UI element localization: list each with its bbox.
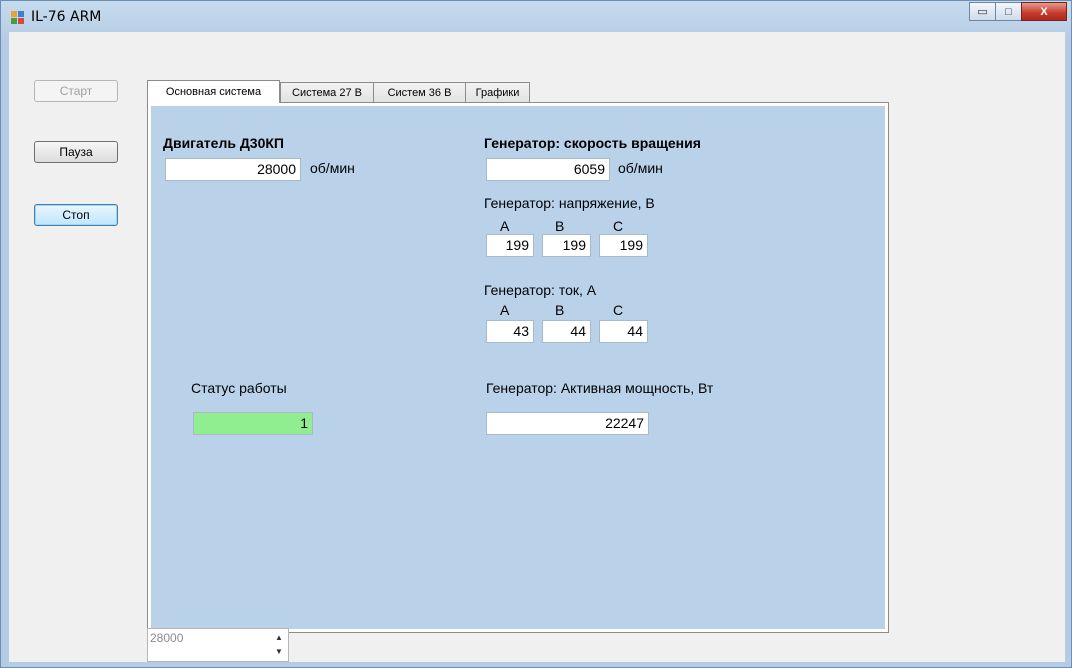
pause-button[interactable]: Пауза: [34, 141, 118, 163]
start-button[interactable]: Старт: [34, 80, 118, 102]
spin-up-icon[interactable]: ▲: [272, 631, 286, 645]
power-field: 22247: [486, 412, 649, 435]
app-icon: [11, 11, 25, 25]
gen-speed-field: 6059: [486, 158, 610, 181]
stop-button[interactable]: Стоп: [34, 204, 118, 226]
current-phase-b: B: [555, 302, 565, 318]
close-button[interactable]: X: [1021, 2, 1067, 21]
spin-buttons: ▲ ▼: [272, 631, 286, 659]
maximize-icon: □: [1005, 5, 1012, 18]
window-title: IL-76 ARM: [31, 9, 102, 25]
voltage-title: Генератор: напряжение, В: [484, 195, 655, 211]
voltage-phase-b: B: [555, 218, 565, 234]
voltage-c-field: 199: [599, 234, 648, 257]
maximize-button[interactable]: □: [995, 2, 1022, 21]
voltage-phase-a: A: [500, 218, 510, 234]
status-title: Статус работы: [191, 380, 287, 396]
client-area: Старт Пауза Стоп Основная система Систем…: [9, 32, 1065, 662]
voltage-phase-c: C: [613, 218, 624, 234]
current-phase-c: C: [613, 302, 624, 318]
current-phase-a: A: [500, 302, 510, 318]
title-bar: IL-76 ARM ▭ □ X: [1, 1, 1071, 33]
current-title: Генератор: ток, А: [484, 282, 597, 298]
tab-system-36v[interactable]: Систем 36 В: [373, 82, 466, 102]
voltage-b-field: 199: [542, 234, 591, 257]
engine-rpm-field: 28000: [165, 158, 301, 181]
tab-page-main: Двигатель Д30КП 28000 об/мин Генератор: …: [151, 106, 885, 629]
current-a-field: 43: [486, 320, 534, 343]
current-c-field: 44: [599, 320, 648, 343]
engine-rpm-unit: об/мин: [310, 160, 355, 176]
minimize-button[interactable]: ▭: [969, 2, 996, 21]
voltage-a-field: 199: [486, 234, 534, 257]
gen-speed-title: Генератор: скорость вращения: [484, 135, 701, 151]
close-icon: X: [1040, 5, 1048, 18]
gen-speed-unit: об/мин: [618, 160, 663, 176]
status-field: 1: [193, 412, 313, 435]
tab-system-27v[interactable]: Система 27 В: [280, 82, 374, 102]
numeric-up-down[interactable]: 28000 ▲ ▼: [147, 628, 289, 662]
spin-down-icon[interactable]: ▼: [272, 645, 286, 659]
current-b-field: 44: [542, 320, 591, 343]
window-controls: ▭ □ X: [969, 2, 1067, 22]
power-title: Генератор: Активная мощность, Вт: [486, 380, 714, 396]
engine-title: Двигатель Д30КП: [163, 135, 284, 151]
tab-main-system[interactable]: Основная система: [147, 80, 280, 103]
minimize-icon: ▭: [977, 6, 988, 18]
tab-charts[interactable]: Графики: [465, 82, 530, 102]
tab-page-frame: Двигатель Д30КП 28000 об/мин Генератор: …: [147, 102, 889, 633]
numeric-value[interactable]: 28000: [150, 631, 183, 645]
app-window: IL-76 ARM ▭ □ X Старт Пауза Стоп Основна…: [0, 0, 1072, 668]
